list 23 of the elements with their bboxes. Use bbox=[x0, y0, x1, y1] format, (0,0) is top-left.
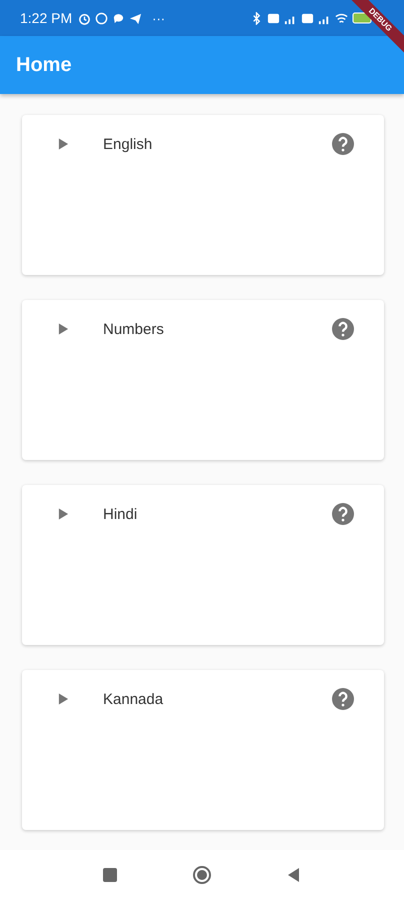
home-icon[interactable] bbox=[192, 865, 212, 885]
wifi-icon bbox=[335, 12, 348, 24]
help-icon[interactable] bbox=[332, 688, 354, 710]
send-icon bbox=[129, 12, 142, 24]
help-icon[interactable] bbox=[332, 318, 354, 340]
play-icon[interactable] bbox=[58, 323, 69, 335]
help-icon[interactable] bbox=[332, 133, 354, 155]
card-title: Kannada bbox=[103, 690, 164, 708]
sim-icon bbox=[267, 12, 280, 24]
sim-icon bbox=[301, 12, 314, 24]
recents-icon[interactable] bbox=[100, 865, 120, 885]
app-title: Home bbox=[16, 54, 72, 76]
play-icon[interactable] bbox=[58, 138, 69, 150]
play-icon[interactable] bbox=[58, 693, 69, 705]
more-notifications: ··· bbox=[152, 10, 166, 26]
help-icon[interactable] bbox=[332, 503, 354, 525]
alarm-icon bbox=[78, 12, 92, 24]
status-time: 1:22 PM bbox=[20, 10, 72, 26]
play-icon[interactable] bbox=[58, 508, 69, 520]
message-icon bbox=[112, 12, 126, 24]
card-title: Hindi bbox=[103, 506, 138, 522]
card-title: Numbers bbox=[103, 320, 165, 338]
card-title: English bbox=[103, 136, 154, 152]
